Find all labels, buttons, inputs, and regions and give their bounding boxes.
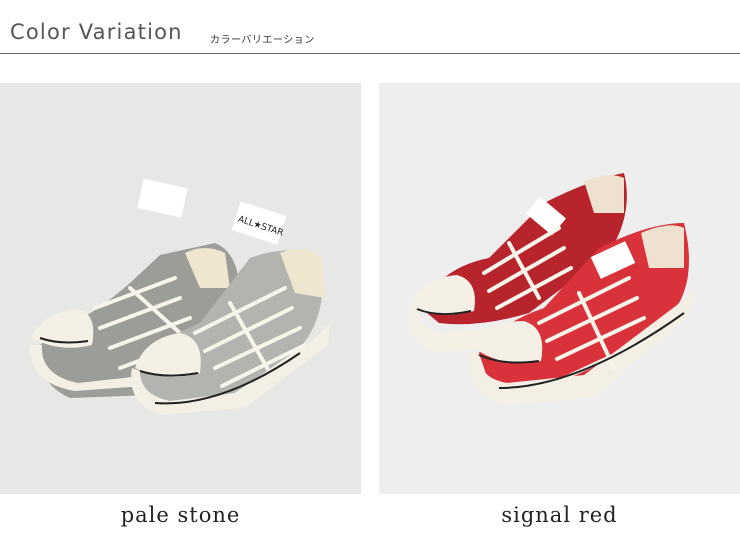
page-title: Color Variation [10, 20, 183, 44]
header: Color Variation カラーバリエーション [0, 0, 740, 55]
variation-label-signal-red: signal red [501, 503, 618, 527]
product-photo-pale-stone[interactable]: ALL★STAR [0, 83, 361, 494]
product-photo-signal-red[interactable] [379, 83, 740, 494]
header-divider [0, 53, 740, 54]
page-subtitle: カラーバリエーション [210, 35, 315, 46]
variation-label-pale-stone: pale stone [120, 503, 241, 527]
